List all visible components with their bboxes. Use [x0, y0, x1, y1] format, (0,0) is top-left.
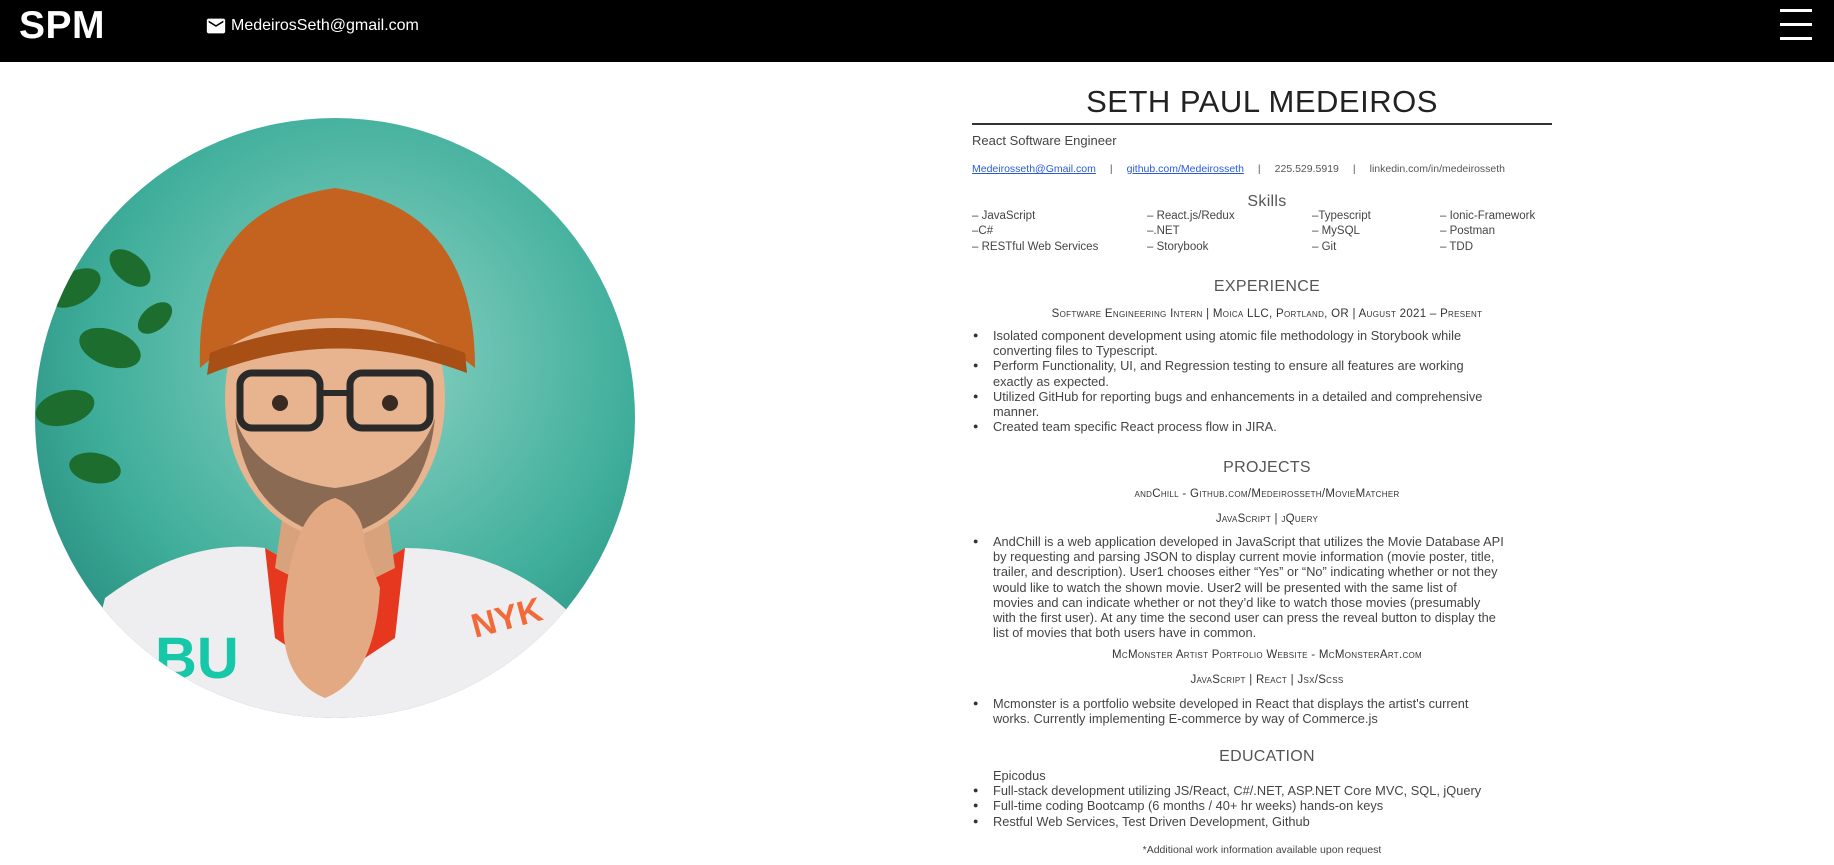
project2-bullets: Mcmonster is a portfolio website develop… [972, 696, 1557, 726]
separator: | [1352, 163, 1356, 175]
skill-item: – Ionic-Framework [1440, 210, 1536, 222]
skills-column: – JavaScript –C# – RESTful Web Services [972, 210, 1098, 256]
skill-item: –.NET [1147, 225, 1180, 238]
project1-bullets: AndChill is a web application developed … [972, 534, 1557, 640]
list-item: Isolated component development using ato… [972, 328, 1557, 358]
project2-tech: JavaScript | React | Jsx/Scss [1190, 674, 1344, 686]
experience-bullets: Isolated component development using ato… [972, 328, 1557, 435]
separator: | [1109, 163, 1113, 175]
skill-item: – Storybook [1147, 240, 1209, 253]
separator: | [1257, 163, 1261, 175]
education-school: Epicodus [993, 768, 1046, 783]
project2-title: McMonster Artist Portfolio Website - McM… [1111, 649, 1423, 661]
contact-github-link[interactable]: github.com/Medeirosseth [1127, 163, 1244, 175]
skills-column: – React.js/Redux –.NET – Storybook [1147, 210, 1235, 256]
projects-heading: PROJECTS [1223, 459, 1311, 476]
skill-item: – JavaScript [972, 210, 1036, 222]
education-heading: EDUCATION [1219, 748, 1315, 765]
svg-text:BU: BU [155, 626, 239, 691]
name-divider [972, 123, 1552, 125]
list-item: Utilized GitHub for reporting bugs and e… [972, 389, 1557, 419]
skills-column: – Ionic-Framework – Postman – TDD [1440, 210, 1535, 256]
resume-footnote: *Additional work information available u… [1142, 844, 1382, 856]
skill-item: – TDD [1440, 240, 1474, 253]
list-item: Perform Functionality, UI, and Regressio… [972, 358, 1557, 388]
skill-item: – Postman [1440, 225, 1495, 238]
experience-job-title: Software Engineering Intern | Moica LLC,… [1051, 308, 1483, 320]
contact-linkedin: linkedin.com/in/medeirosseth [1369, 163, 1506, 175]
skills-heading: Skills [1247, 193, 1287, 210]
top-navbar: SPM MedeirosSeth@gmail.com [0, 0, 1834, 62]
project1-tech: JavaScript | jQuery [1215, 513, 1319, 525]
list-item: AndChill is a web application developed … [972, 534, 1557, 640]
mail-icon [206, 18, 226, 34]
resume-role: React Software Engineer [972, 133, 1117, 148]
contact-email-link[interactable]: Medeirosseth@Gmail.com [972, 163, 1096, 175]
experience-heading: EXPERIENCE [1213, 278, 1321, 295]
contact-phone: 225.529.5919 [1274, 163, 1339, 175]
skill-item: – RESTful Web Services [972, 240, 1099, 253]
site-logo[interactable]: SPM [19, 4, 105, 48]
portrait-image: BU NYK [35, 118, 635, 718]
resume-document: SETH PAUL MEDEIROS React Software Engine… [972, 62, 1552, 865]
education-bullets: Epicodus Full-stack development utilizin… [972, 768, 1557, 829]
list-item: Created team specific React process flow… [972, 419, 1557, 434]
list-item: Full-stack development utilizing JS/Reac… [972, 783, 1557, 798]
list-item: Full-time coding Bootcamp (6 months / 40… [972, 798, 1557, 813]
header-email-text: MedeirosSeth@gmail.com [231, 17, 419, 34]
resume-name: SETH PAUL MEDEIROS [1086, 84, 1438, 119]
skills-column: –Typescript – MySQL – Git [1312, 210, 1371, 256]
skill-item: –Typescript [1312, 210, 1371, 222]
list-item: Mcmonster is a portfolio website develop… [972, 696, 1557, 726]
skill-item: –C# [972, 225, 994, 238]
header-email-link[interactable]: MedeirosSeth@gmail.com [205, 15, 419, 37]
project1-title: andChill - Github.com/Medeirosseth/Movie… [1134, 488, 1400, 500]
skill-item: – React.js/Redux [1147, 210, 1235, 222]
list-item: Restful Web Services, Test Driven Develo… [972, 814, 1557, 829]
contact-line: Medeirosseth@Gmail.com | github.com/Medeir… [972, 163, 1552, 175]
profile-photo: BU NYK [35, 118, 635, 718]
skill-item: – Git [1312, 240, 1337, 253]
hamburger-menu-icon[interactable] [1780, 9, 1812, 43]
skill-item: – MySQL [1312, 225, 1360, 238]
